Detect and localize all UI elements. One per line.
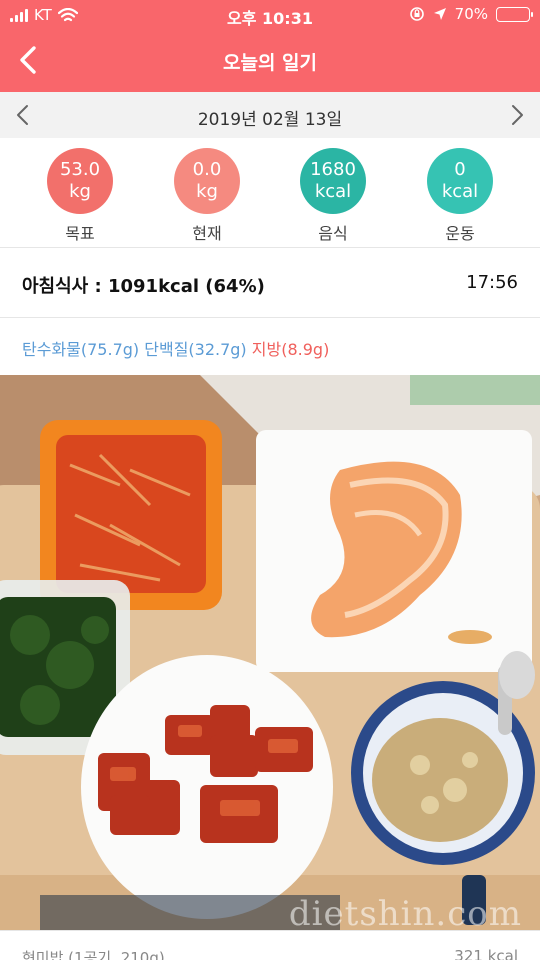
- meal-title: 아침식사 : 1091kcal (64%): [22, 276, 265, 297]
- stat-value: 0: [454, 159, 466, 180]
- orientation-lock-icon: [409, 7, 424, 21]
- battery-icon: [496, 6, 533, 22]
- meal-photo[interactable]: [0, 375, 540, 930]
- stat-label: 운동: [445, 224, 475, 243]
- stat-label: 목표: [65, 224, 95, 243]
- fat-label: 지방(8.9g): [251, 340, 330, 359]
- stat-label: 현재: [192, 224, 222, 243]
- stat-label: 음식: [318, 224, 348, 243]
- page-title: 오늘의 일기: [222, 52, 317, 74]
- meal-row[interactable]: 아침식사 : 1091kcal (64%) 17:56: [0, 248, 540, 318]
- stat-goal-circle: 53.0 kg: [47, 148, 113, 214]
- stat-value: 0.0: [192, 159, 222, 180]
- chevron-right-icon[interactable]: [506, 102, 528, 128]
- stat-food: 1680 kcal 음식: [283, 148, 383, 244]
- stat-unit: kg: [69, 181, 91, 202]
- meal-photo-illustration: [0, 375, 540, 930]
- date-navigation: 2019년 02월 13일: [0, 92, 540, 138]
- food-item-name: 현미밥 (1공기, 210g): [22, 949, 165, 960]
- stat-unit: kcal: [314, 181, 352, 202]
- meal-time: 17:56: [466, 272, 518, 293]
- location-icon: [433, 8, 446, 20]
- stat-food-circle: 1680 kcal: [300, 148, 366, 214]
- stat-goal: 53.0 kg 목표: [30, 148, 130, 244]
- protein-label: 단백질(32.7g): [144, 340, 247, 359]
- battery-percent: 70%: [454, 5, 488, 23]
- stat-exercise: 0 kcal 운동: [410, 148, 510, 244]
- food-item[interactable]: 현미밥 (1공기, 210g) 321 kcal: [0, 930, 540, 960]
- current-date[interactable]: 2019년 02월 13일: [0, 105, 540, 130]
- daily-summary: 53.0 kg 목표 0.0 kg 현재 1680 kcal 음식 0 kcal…: [0, 138, 540, 248]
- status-bar: KT 오후 10:31 70%: [0, 0, 540, 30]
- stat-exercise-circle: 0 kcal: [427, 148, 493, 214]
- food-item-kcal: 321 kcal: [454, 947, 518, 960]
- stat-value: 1680: [310, 159, 356, 180]
- stat-current-circle: 0.0 kg: [174, 148, 240, 214]
- nutrient-breakdown: 탄수화물(75.7g) 단백질(32.7g) 지방(8.9g): [22, 336, 329, 360]
- watermark: dietshin.com: [288, 894, 522, 934]
- carbs-label: 탄수화물(75.7g): [22, 340, 140, 359]
- stat-unit: kcal: [441, 181, 479, 202]
- top-bar: KT 오후 10:31 70% 오늘의 일기: [0, 0, 540, 92]
- stat-unit: kg: [196, 181, 218, 202]
- stat-value: 53.0: [59, 159, 101, 180]
- stat-current: 0.0 kg 현재: [157, 148, 257, 244]
